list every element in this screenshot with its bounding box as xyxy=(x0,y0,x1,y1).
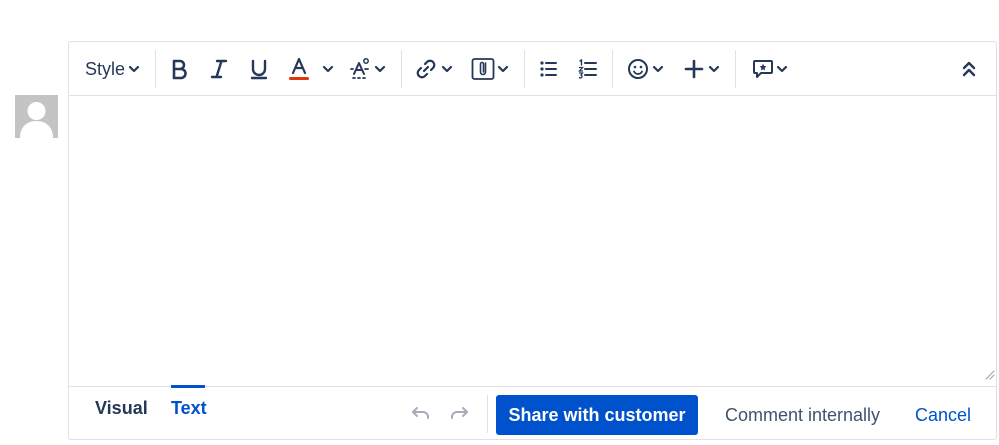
emoji-button[interactable] xyxy=(627,55,664,83)
avatar xyxy=(15,95,58,138)
style-label: Style xyxy=(85,58,126,79)
chevron-down-icon xyxy=(128,63,140,75)
canned-response-button[interactable] xyxy=(752,55,788,83)
text-effects-icon xyxy=(350,57,372,81)
cancel-button[interactable]: Cancel xyxy=(905,395,981,435)
editor-footer: Visual Text Share with customer Comment … xyxy=(69,385,996,439)
bullet-list-icon xyxy=(539,59,559,79)
canned-response-icon xyxy=(752,58,774,80)
chevron-down-icon xyxy=(374,63,386,75)
chevron-down-icon xyxy=(322,63,334,75)
bold-icon xyxy=(169,58,189,80)
share-with-customer-button[interactable]: Share with customer xyxy=(496,395,698,435)
emoji-icon xyxy=(627,58,649,80)
comment-internally-button[interactable]: Comment internally xyxy=(715,395,890,435)
comment-editor: Style Visual Text Share with customer Co… xyxy=(68,41,997,440)
tab-text[interactable]: Text xyxy=(171,385,207,439)
link-button[interactable] xyxy=(415,55,453,83)
insert-icon xyxy=(684,59,704,79)
underline-button[interactable] xyxy=(249,55,269,83)
footer-divider xyxy=(487,395,488,433)
active-tab-indicator xyxy=(171,385,205,388)
collapse-toolbar-button[interactable] xyxy=(961,55,977,83)
attachment-button[interactable] xyxy=(471,55,509,83)
toolbar-divider xyxy=(524,50,525,88)
chevron-down-icon xyxy=(708,63,720,75)
toolbar-divider xyxy=(401,50,402,88)
text-color-icon xyxy=(288,56,310,82)
resize-handle-icon[interactable] xyxy=(983,367,995,385)
text-color-dropdown[interactable] xyxy=(322,55,334,83)
redo-icon[interactable] xyxy=(448,404,470,427)
insert-more-button[interactable] xyxy=(684,55,720,83)
undo-icon[interactable] xyxy=(410,404,432,427)
bullet-list-button[interactable] xyxy=(539,55,559,83)
attachment-icon xyxy=(471,57,495,81)
collapse-toolbar-icon xyxy=(961,60,977,78)
bold-button[interactable] xyxy=(169,55,189,83)
comment-text-area[interactable] xyxy=(69,96,996,386)
chevron-down-icon xyxy=(652,63,664,75)
chevron-down-icon xyxy=(497,63,509,75)
numbered-list-button[interactable] xyxy=(578,55,598,83)
tab-text-label: Text xyxy=(171,398,207,418)
link-icon xyxy=(415,58,437,80)
italic-icon xyxy=(209,58,229,80)
text-color-button[interactable] xyxy=(288,55,310,83)
toolbar-divider xyxy=(735,50,736,88)
style-dropdown[interactable]: Style xyxy=(85,55,140,83)
text-effects-button[interactable] xyxy=(350,55,386,83)
tab-visual-label: Visual xyxy=(95,398,148,418)
italic-button[interactable] xyxy=(209,55,229,83)
underline-icon xyxy=(249,58,269,80)
toolbar-divider xyxy=(612,50,613,88)
numbered-list-icon xyxy=(578,59,598,79)
editor-toolbar: Style xyxy=(69,42,996,96)
tab-visual[interactable]: Visual xyxy=(95,387,148,439)
chevron-down-icon xyxy=(776,63,788,75)
toolbar-divider xyxy=(155,50,156,88)
chevron-down-icon xyxy=(441,63,453,75)
